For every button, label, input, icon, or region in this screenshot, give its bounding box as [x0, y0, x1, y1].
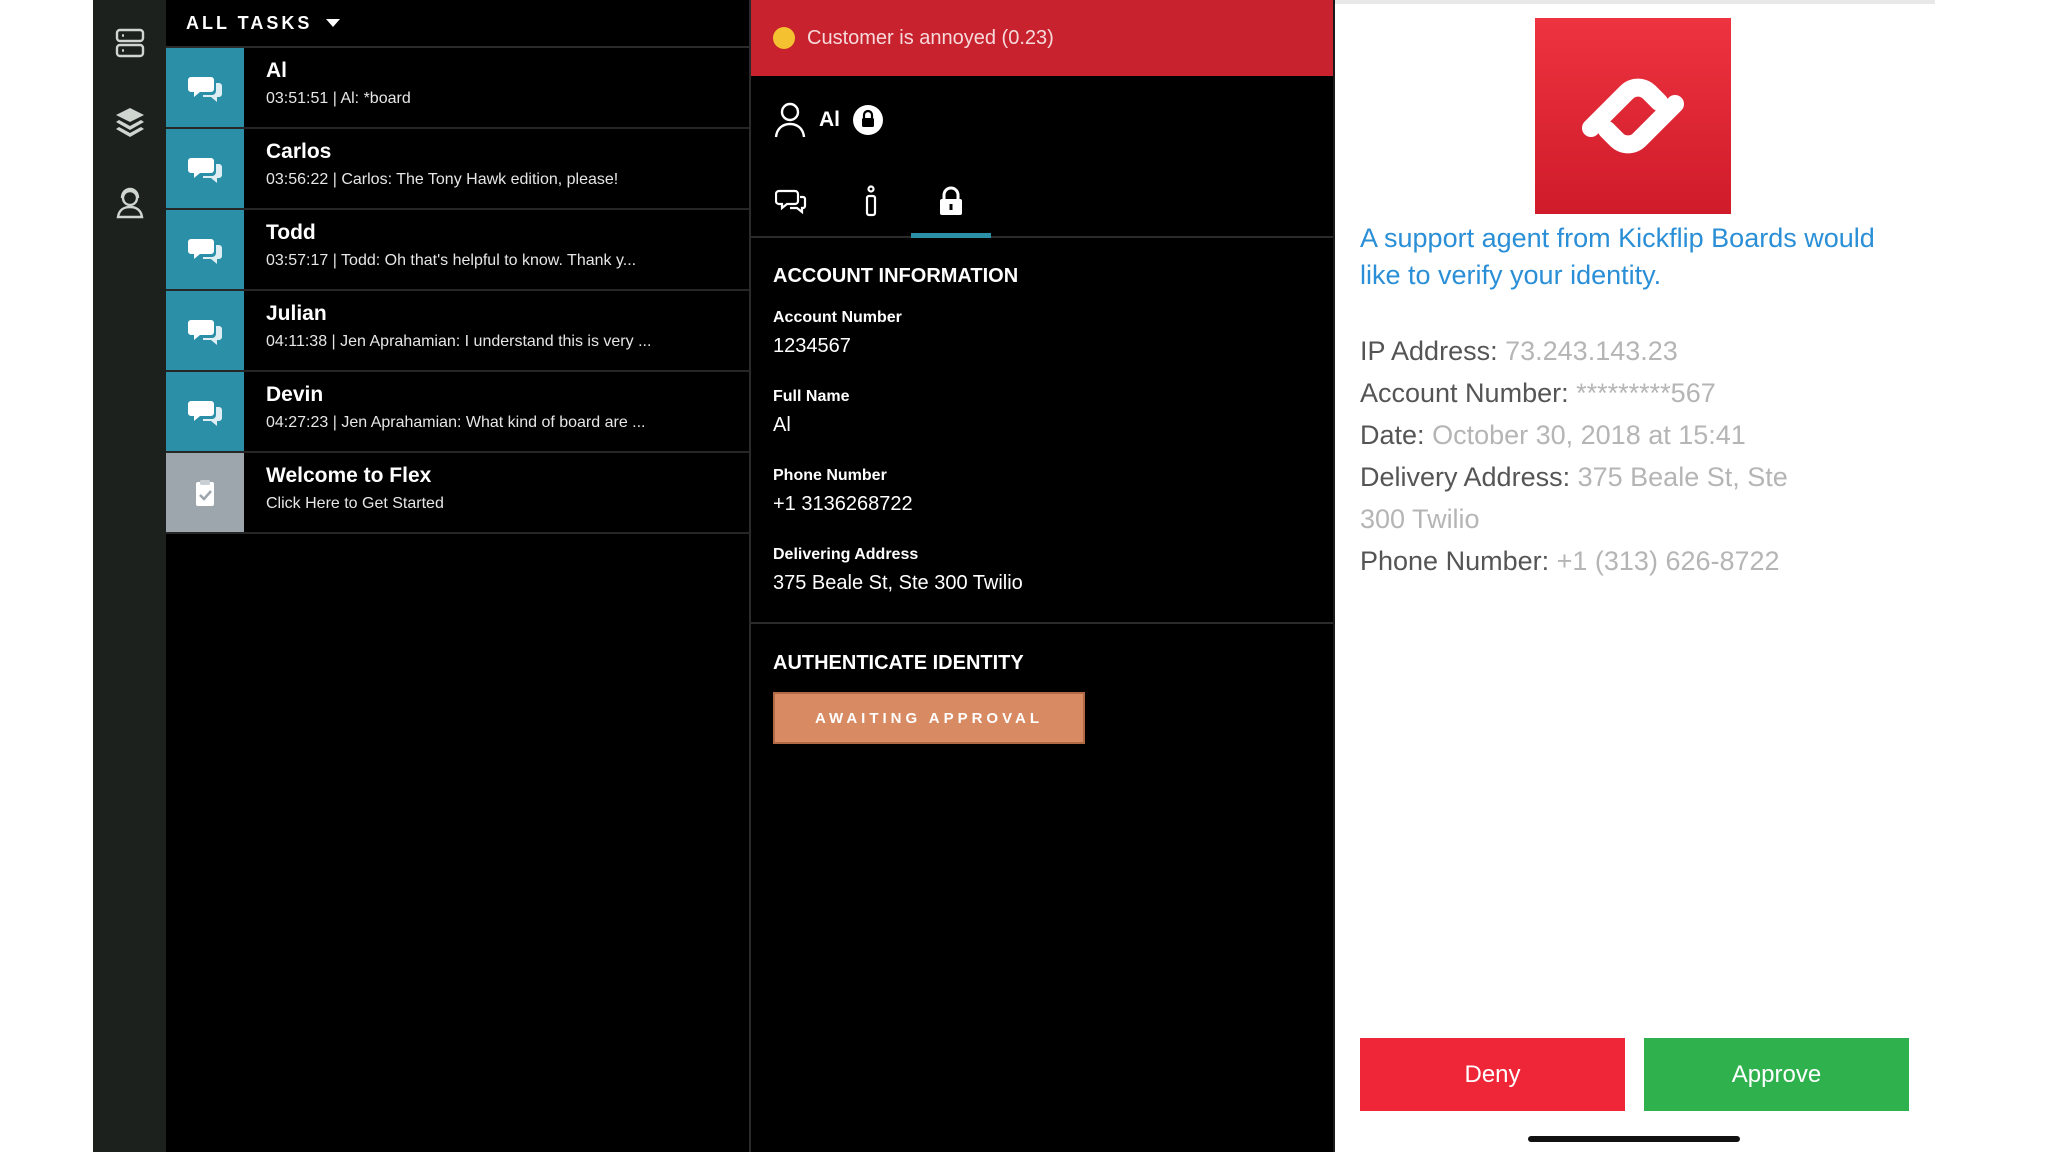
clipboard-icon [196, 479, 214, 506]
task-filter-dropdown[interactable]: ALL TASKS [166, 0, 749, 48]
task-name: Welcome to Flex [266, 464, 432, 487]
sentiment-face-icon [773, 27, 795, 49]
section-divider [751, 622, 1335, 624]
detail-key: Phone Number: [1360, 546, 1550, 576]
task-channel-badge [166, 129, 244, 208]
task-preview: 04:11:38 | Jen Aprahamian: I understand … [266, 333, 652, 350]
task-name: Carlos [266, 140, 332, 163]
chat-bubbles-icon [188, 400, 222, 426]
task-channel-badge [166, 48, 244, 127]
lock-icon [940, 186, 962, 215]
task-item[interactable]: Julian 04:11:38 | Jen Aprahamian: I unde… [166, 291, 749, 372]
field-value: 375 Beale St, Ste 300 Twilio [773, 572, 1023, 594]
detail-tabs [751, 166, 1335, 238]
user-icon [774, 102, 806, 138]
chat-bubbles-icon [188, 319, 222, 345]
task-channel-badge [166, 453, 244, 532]
chat-bubbles-icon [188, 76, 222, 102]
detail-value: *********567 [1576, 378, 1716, 408]
task-preview: 03:57:17 | Todd: Oh that's helpful to kn… [266, 252, 637, 269]
detail-date: Date: October 30, 2018 at 15:41 [1360, 414, 1920, 456]
info-icon [865, 185, 877, 217]
authy-logo-icon [1582, 78, 1684, 154]
task-detail-panel: Customer is annoyed (0.23) Al ACCOUNT IN… [751, 0, 1663, 1152]
home-indicator[interactable] [1528, 1136, 1740, 1142]
task-item[interactable]: Al 03:51:51 | Al: *board [166, 48, 749, 129]
field-value: 1234567 [773, 335, 851, 357]
task-name: Todd [266, 221, 316, 244]
layers-nav-button[interactable] [111, 103, 149, 141]
field-label: Full Name [773, 388, 850, 405]
detail-value: +1 (313) 626-8722 [1556, 546, 1780, 576]
sentiment-banner: Customer is annoyed (0.23) [751, 0, 1335, 76]
lock-badge-icon [853, 105, 883, 135]
customer-header: Al [773, 100, 884, 140]
phone-approval-screen: A support agent from Kickflip Boards wou… [1335, 0, 1956, 1152]
detail-delivery-address: Delivery Address: 375 Beale St, Ste 300 … [1360, 456, 1840, 540]
detail-ip: IP Address: 73.243.143.23 [1360, 330, 1920, 372]
detail-account-number: Account Number: *********567 [1360, 372, 1920, 414]
detail-phone-number: Phone Number: +1 (313) 626-8722 [1360, 540, 1920, 582]
task-channel-badge [166, 210, 244, 289]
task-item[interactable]: Todd 03:57:17 | Todd: Oh that's helpful … [166, 210, 749, 291]
awaiting-approval-button[interactable]: AWAITING APPROVAL [773, 692, 1085, 744]
tab-chat[interactable] [751, 166, 831, 236]
app-frame: ALL TASKS Al 03:51:51 | Al: *board Carlo… [93, 0, 1956, 1152]
task-preview: 03:51:51 | Al: *board [266, 90, 411, 107]
verification-message: A support agent from Kickflip Boards wou… [1360, 223, 1875, 290]
field-label: Account Number [773, 309, 902, 326]
task-item[interactable]: Carlos 03:56:22 | Carlos: The Tony Hawk … [166, 129, 749, 210]
chevron-down-icon [326, 19, 341, 27]
task-channel-badge [166, 291, 244, 370]
task-item[interactable]: Devin 04:27:23 | Jen Aprahamian: What ki… [166, 372, 749, 453]
chat-bubbles-icon [188, 238, 222, 264]
user-headset-icon [116, 187, 144, 219]
task-preview: Click Here to Get Started [266, 495, 444, 512]
tasks-nav-button[interactable] [111, 24, 149, 62]
approve-button[interactable]: Approve [1644, 1038, 1909, 1111]
detail-key: Delivery Address: [1360, 462, 1571, 492]
sentiment-text: Customer is annoyed (0.23) [807, 26, 1054, 49]
detail-value: 73.243.143.23 [1505, 336, 1678, 366]
side-rail [93, 0, 166, 1152]
task-item[interactable]: Welcome to Flex Click Here to Get Starte… [166, 453, 749, 534]
authenticate-heading: AUTHENTICATE IDENTITY [773, 652, 1024, 674]
field-label: Delivering Address [773, 546, 919, 563]
agents-nav-button[interactable] [111, 184, 149, 222]
detail-key: Date: [1360, 420, 1425, 450]
deny-button[interactable]: Deny [1360, 1038, 1625, 1111]
detail-key: Account Number: [1360, 378, 1569, 408]
server-stack-icon [115, 28, 145, 58]
task-preview: 03:56:22 | Carlos: The Tony Hawk edition… [266, 171, 619, 188]
task-name: Al [266, 59, 287, 82]
detail-value: October 30, 2018 at 15:41 [1432, 420, 1746, 450]
layers-icon [116, 108, 144, 137]
tab-info[interactable] [831, 166, 911, 236]
field-value: Al [773, 414, 791, 436]
tab-authentication[interactable] [911, 166, 991, 238]
task-preview: 04:27:23 | Jen Aprahamian: What kind of … [266, 414, 646, 431]
customer-name: Al [819, 108, 840, 131]
task-name: Devin [266, 383, 324, 406]
account-info-heading: ACCOUNT INFORMATION [773, 265, 1019, 287]
task-list-panel: ALL TASKS Al 03:51:51 | Al: *board Carlo… [166, 0, 749, 1152]
field-label: Phone Number [773, 467, 887, 484]
authy-logo [1535, 18, 1731, 214]
chat-outline-icon [775, 189, 807, 215]
field-value: +1 3136268722 [773, 493, 913, 515]
detail-key: IP Address: [1360, 336, 1498, 366]
task-name: Julian [266, 302, 327, 325]
chat-bubbles-icon [188, 157, 222, 183]
task-channel-badge [166, 372, 244, 451]
phone-top-edge [1335, 0, 1935, 4]
task-filter-label: ALL TASKS [186, 12, 313, 33]
